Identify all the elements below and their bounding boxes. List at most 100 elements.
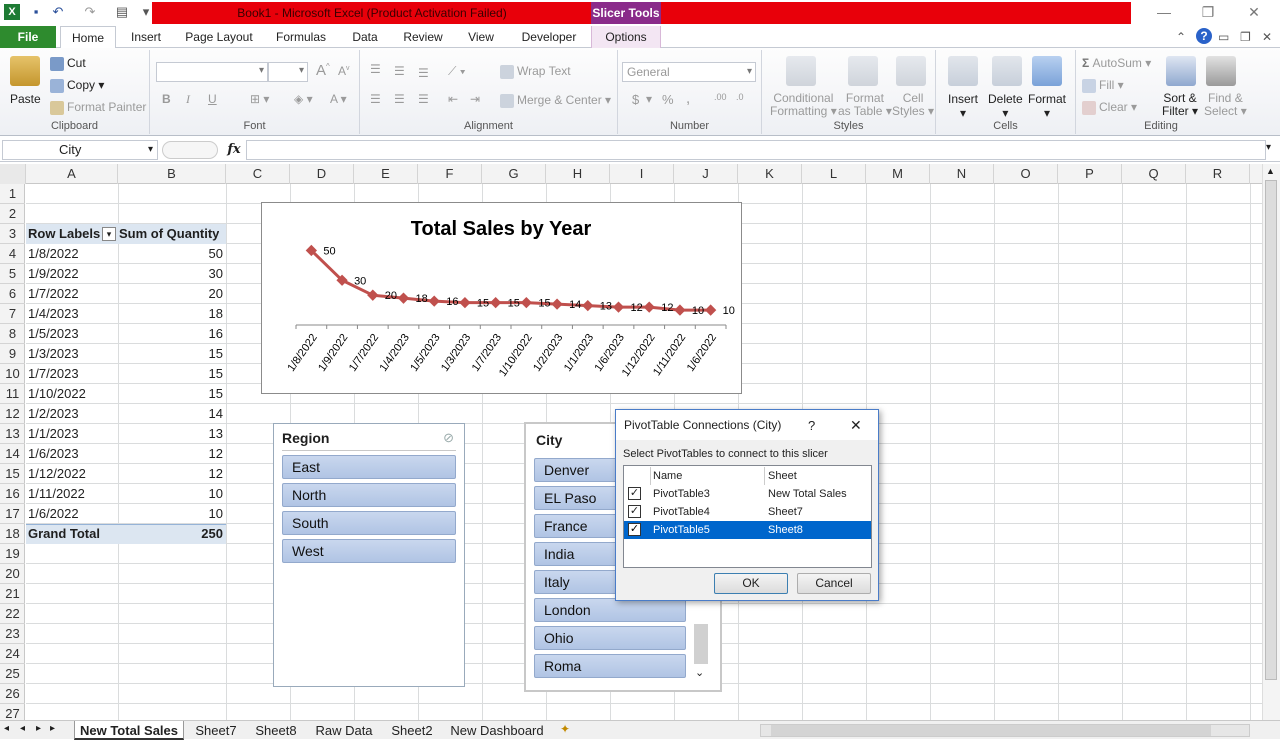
sheet-tab-sheet7[interactable]: Sheet7 [188, 721, 244, 740]
help-icon[interactable]: ? [1196, 28, 1212, 44]
row-header[interactable]: 9 [0, 344, 25, 364]
save-icon[interactable]: ▪ [28, 4, 44, 20]
col-header[interactable]: P [1058, 164, 1122, 184]
name-box-dropdown-icon[interactable]: ▾ [148, 141, 153, 159]
paste-icon[interactable] [10, 56, 40, 86]
cell-styles-button[interactable]: Cell Styles ▾ [892, 92, 934, 118]
font-name-combo[interactable]: ▾ [156, 62, 268, 82]
slicer-item-ohio[interactable]: Ohio [534, 626, 686, 650]
wb-minimize-icon[interactable]: ▭ [1218, 30, 1229, 44]
conditional-formatting-button[interactable]: Conditional Formatting ▾ [770, 92, 837, 118]
sheet-tab-new-dashboard[interactable]: New Dashboard [444, 721, 550, 740]
pivottable-list[interactable]: Name Sheet ✓ PivotTable3 New Total Sales… [623, 465, 872, 568]
row-header[interactable]: 3 [0, 224, 25, 244]
vertical-scrollbar[interactable]: ▲ [1262, 164, 1280, 720]
align-center-icon[interactable]: ☰ [394, 92, 405, 106]
col-header[interactable]: A [26, 164, 118, 184]
col-header[interactable]: G [482, 164, 546, 184]
wb-close-icon[interactable]: ✕ [1262, 30, 1272, 44]
tab-insert[interactable]: Insert [118, 26, 174, 48]
row-header[interactable]: 4 [0, 244, 25, 264]
currency-dropdown-icon[interactable]: ▾ [646, 92, 652, 106]
col-header[interactable]: M [866, 164, 930, 184]
insert-cells-button[interactable]: Insert ▾ [948, 92, 978, 120]
next-sheet-icon[interactable]: ▸ [36, 723, 41, 734]
row-header[interactable]: 13 [0, 424, 25, 444]
col-header[interactable]: C [226, 164, 290, 184]
prev-sheet-icon[interactable]: ◂ [20, 723, 25, 734]
dialog-close-button[interactable]: ✕ [850, 417, 862, 434]
autosum-button[interactable]: Σ AutoSum ▾ [1082, 56, 1151, 70]
slicer-item-london[interactable]: London [534, 598, 686, 622]
col-header[interactable]: D [290, 164, 354, 184]
row-header[interactable]: 10 [0, 364, 25, 384]
select-all[interactable] [0, 164, 26, 184]
hscroll-thumb[interactable] [771, 725, 1211, 736]
minimize-ribbon-icon[interactable]: ⌃ [1176, 30, 1186, 44]
currency-button[interactable]: $ [632, 92, 639, 107]
col-header[interactable]: R [1186, 164, 1250, 184]
sheet-tab-sheet2[interactable]: Sheet2 [384, 721, 440, 740]
new-sheet-icon[interactable]: ✦ [560, 722, 570, 736]
insert-cells-icon[interactable] [948, 56, 978, 86]
formula-input[interactable] [246, 140, 1266, 160]
slicer-item-west[interactable]: West [282, 539, 456, 563]
clear-button[interactable]: Clear ▾ [1082, 100, 1137, 115]
horizontal-scrollbar[interactable] [760, 724, 1250, 737]
scroll-up-icon[interactable]: ▲ [1266, 166, 1275, 176]
row-header[interactable]: 25 [0, 664, 25, 684]
row-header[interactable]: 15 [0, 464, 25, 484]
font-size-combo[interactable]: ▾ [268, 62, 308, 82]
cancel-button[interactable]: Cancel [797, 573, 871, 594]
align-top-icon[interactable]: ☰ [370, 62, 381, 76]
clear-filter-icon[interactable]: ⊘ [443, 430, 454, 446]
tab-options[interactable]: Options [591, 26, 661, 48]
row-header[interactable]: 7 [0, 304, 25, 324]
row-header[interactable]: 17 [0, 504, 25, 524]
col-header[interactable]: J [674, 164, 738, 184]
wb-restore-icon[interactable]: ❐ [1240, 30, 1251, 44]
row-header[interactable]: 21 [0, 584, 25, 604]
format-as-table-button[interactable]: Format as Table ▾ [838, 92, 892, 118]
undo-icon[interactable]: ↶ [50, 4, 66, 20]
row-header[interactable]: 11 [0, 384, 25, 404]
col-header[interactable]: F [418, 164, 482, 184]
col-header[interactable]: L [802, 164, 866, 184]
delete-cells-button[interactable]: Delete ▾ [988, 92, 1023, 120]
sort-filter-icon[interactable] [1166, 56, 1196, 86]
row-header[interactable]: 24 [0, 644, 25, 664]
tab-developer[interactable]: Developer [514, 26, 584, 48]
row-header[interactable]: 8 [0, 324, 25, 344]
sheet-tab-sheet8[interactable]: Sheet8 [248, 721, 304, 740]
customize-icon[interactable]: ▤ [114, 4, 130, 20]
line-chart[interactable]: Total Sales by Year 50 1/8/2022 30 1/9/2022… [261, 202, 742, 394]
row-header[interactable]: 19 [0, 544, 25, 564]
conditional-formatting-icon[interactable] [786, 56, 816, 86]
restore-icon[interactable]: ❐ [1198, 4, 1218, 20]
slicer-item-east[interactable]: East [282, 455, 456, 479]
grow-font-icon[interactable]: A^ [316, 62, 330, 79]
merge-center-button[interactable]: Merge & Center ▾ [500, 93, 611, 108]
row-header[interactable]: 6 [0, 284, 25, 304]
fill-button[interactable]: Fill ▾ [1082, 78, 1124, 93]
checkbox-pivottable3[interactable]: ✓ [628, 487, 641, 500]
col-header[interactable]: B [118, 164, 226, 184]
find-select-button[interactable]: Find & Select ▾ [1204, 92, 1247, 118]
shrink-font-icon[interactable]: Av [338, 64, 350, 78]
tab-page-layout[interactable]: Page Layout [180, 26, 258, 48]
checkbox-pivottable5[interactable]: ✓ [628, 523, 641, 536]
tab-view[interactable]: View [458, 26, 504, 48]
increase-decimal-icon[interactable]: .00 [714, 92, 727, 102]
comma-button[interactable]: , [686, 90, 690, 107]
redo-icon[interactable]: ↷ [82, 4, 98, 20]
align-middle-icon[interactable]: ☰ [394, 64, 405, 78]
slicer-scroll-down-icon[interactable]: ⌄ [695, 666, 704, 679]
percent-button[interactable]: % [662, 92, 674, 107]
decrease-decimal-icon[interactable]: .0 [736, 92, 744, 102]
col-header[interactable]: N [930, 164, 994, 184]
copy-button[interactable]: Copy ▾ [50, 78, 104, 93]
expand-formula-icon[interactable]: ▾ [1266, 142, 1271, 153]
slicer-scrollbar-thumb[interactable] [694, 624, 708, 664]
find-select-icon[interactable] [1206, 56, 1236, 86]
close-window-icon[interactable]: ✕ [1244, 4, 1264, 20]
